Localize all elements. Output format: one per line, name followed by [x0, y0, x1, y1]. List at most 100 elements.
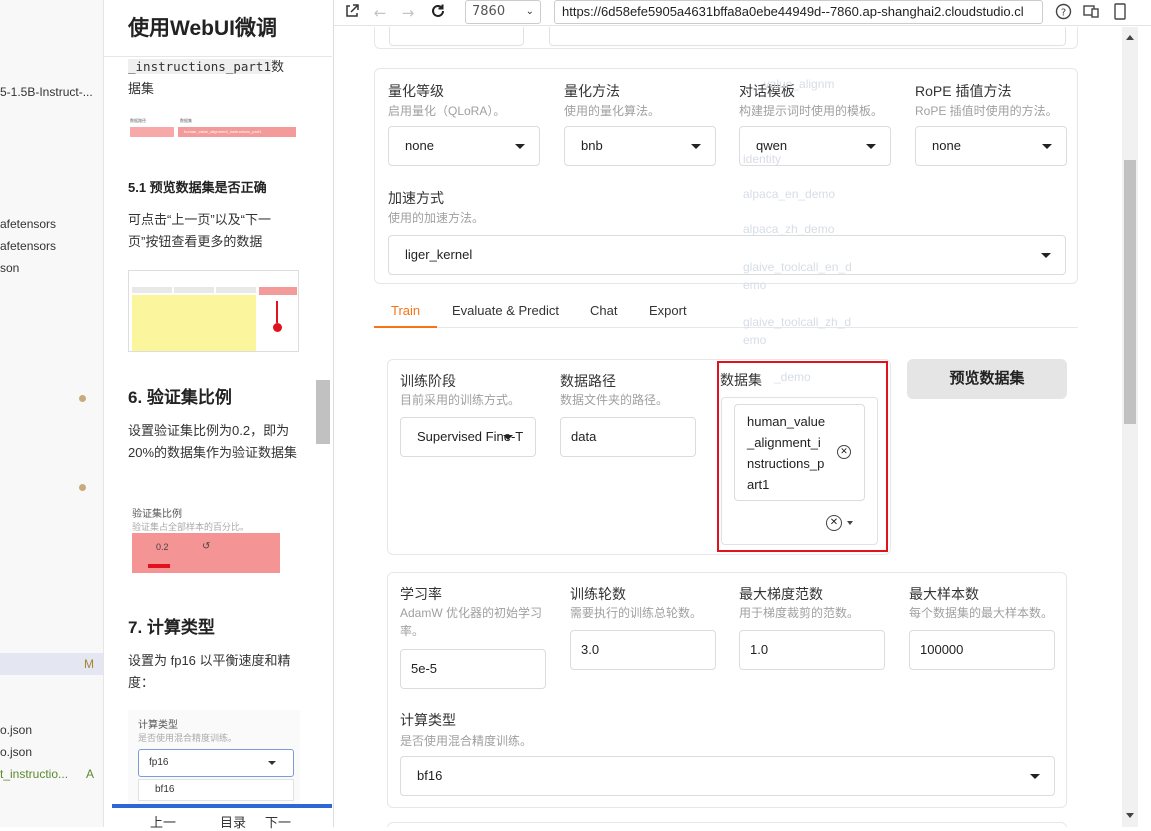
max-samples-label: 最大样本数 — [909, 586, 979, 602]
dataset-dir-label: 数据路径 — [560, 373, 616, 389]
browser-toolbar: ← → 7860 ⌄ https://6d58efe5905a4631bffa8… — [334, 0, 1151, 26]
tab-export[interactable]: Export — [649, 303, 687, 318]
ghost-option: alpaca_zh_demo — [743, 222, 835, 236]
git-status-badge: M — [84, 657, 94, 671]
max-grad-norm-input[interactable]: 1.0 — [739, 630, 885, 670]
val-size-thumbnail: 验证集比例 验证集占全部样本的百分比。 0.2 ↺ — [128, 500, 300, 580]
preview-thumbnail — [128, 270, 299, 352]
caret-down-icon — [1041, 253, 1051, 258]
webui-viewport: 量化等级 启用量化（QLoRA）。 none 量化方法 使用的量化算法。 bnb… — [334, 27, 1151, 827]
modified-dot-icon — [79, 484, 86, 491]
file-item[interactable]: afetensors — [0, 239, 56, 253]
devices-icon[interactable] — [1081, 3, 1101, 23]
scrollbar-thumb[interactable] — [1124, 160, 1136, 424]
max-grad-norm-label: 最大梯度范数 — [739, 586, 823, 602]
ghost-option: _value_alignm — [757, 77, 835, 91]
tutorial-panel: 使用WebUI微调 _instructions_part1数 据集 数据路径 数… — [104, 0, 332, 827]
quant-level-info: 启用量化（QLoRA）。 — [388, 104, 506, 118]
training-stage-dropdown[interactable]: Supervised Fine-T — [400, 417, 536, 457]
advanced-settings-card: 量化等级 启用量化（QLoRA）。 none 量化方法 使用的量化算法。 bnb… — [374, 68, 1078, 284]
file-item[interactable]: son — [0, 261, 19, 275]
reload-icon[interactable] — [428, 3, 448, 23]
doc-scrollbar-thumb[interactable] — [316, 380, 330, 444]
rope-scaling-info: RoPE 插值时使用的方法。 — [915, 104, 1058, 118]
quant-method-label: 量化方法 — [564, 83, 620, 99]
caret-down-icon — [866, 144, 876, 149]
port-select[interactable]: 7860 ⌄ — [465, 0, 541, 24]
quant-level-label: 量化等级 — [388, 83, 444, 99]
preview-dataset-button[interactable]: 预览数据集 — [907, 359, 1067, 399]
quant-level-dropdown[interactable]: none — [388, 126, 540, 166]
rope-scaling-label: RoPE 插值方法 — [915, 83, 1012, 99]
caret-down-icon — [1042, 144, 1052, 149]
active-tab-indicator — [374, 326, 437, 328]
epochs-input[interactable]: 3.0 — [570, 630, 716, 670]
tabs-divider — [374, 327, 1078, 328]
file-item[interactable]: afetensors — [0, 217, 56, 231]
browser-panel: ← → 7860 ⌄ https://6d58efe5905a4631bffa8… — [333, 0, 1151, 827]
doc-bottom-nav: 上一 目录 下一 — [104, 804, 332, 830]
doc-paragraph: 设置为 fp16 以平衡速度和精度： — [128, 653, 291, 690]
ghost-option: alpaca_en_demo — [743, 187, 836, 201]
epochs-info: 需要执行的训练总轮数。 — [570, 606, 703, 620]
file-item[interactable]: o.json — [0, 745, 32, 759]
file-explorer: 5-1.5B-Instruct-... afetensors afetensor… — [0, 0, 104, 827]
training-stage-label: 训练阶段 — [400, 373, 456, 389]
back-arrow-icon[interactable]: ← — [370, 3, 390, 23]
caret-down-icon — [691, 144, 701, 149]
prev-page-link[interactable]: 上一 — [150, 812, 176, 831]
next-card-partial — [387, 822, 1067, 827]
help-icon[interactable]: ? — [1053, 3, 1073, 23]
section-heading: 5.1 预览数据集是否正确 — [128, 180, 267, 195]
booster-dropdown[interactable]: liger_kernel — [388, 235, 1066, 275]
file-item[interactable]: o.json — [0, 723, 32, 737]
caret-down-icon — [503, 435, 513, 440]
url-input[interactable]: https://6d58efe5905a4631bffa8a0ebe44949d… — [554, 0, 1043, 24]
file-item-selected[interactable]: M — [0, 653, 103, 675]
dataset-dir-input[interactable]: data — [560, 417, 696, 457]
dataset-thumbnail: 数据路径 数据集 human_value_alignment_instructi… — [128, 115, 298, 145]
next-page-link[interactable]: 下一 — [265, 812, 291, 831]
page-scrollbar[interactable] — [1122, 27, 1138, 827]
doc-title: 使用WebUI微调 — [128, 17, 277, 40]
booster-label: 加速方式 — [388, 190, 444, 206]
learning-rate-label: 学习率 — [400, 586, 442, 602]
ghost-option: emo — [743, 278, 767, 292]
file-item[interactable]: t_instructio... A — [0, 767, 103, 781]
section-heading: 7. 计算类型 — [128, 618, 215, 637]
max-grad-norm-info: 用于梯度裁剪的范数。 — [739, 606, 860, 620]
scroll-up-icon[interactable] — [1126, 35, 1134, 40]
max-samples-input[interactable]: 100000 — [909, 630, 1055, 670]
training-stage-info: 目前采用的训练方式。 — [400, 393, 521, 407]
compute-type-thumbnail: 计算类型 是否使用混合精度训练。 fp16 bf16 — [128, 710, 300, 804]
hyperparams-card: 学习率 AdamW 优化器的初始学习率。 5e-5 训练轮数 需要执行的训练总轮… — [387, 572, 1067, 808]
highlight-box — [717, 361, 888, 552]
caret-down-icon — [1030, 774, 1040, 779]
toc-link[interactable]: 目录 — [220, 812, 246, 831]
ghost-option: emo — [743, 333, 767, 347]
tab-chat[interactable]: Chat — [590, 303, 617, 318]
doc-paragraph: _instructions_part1数 据集 — [128, 59, 285, 96]
git-status-badge: A — [85, 767, 94, 781]
booster-info: 使用的加速方法。 — [388, 211, 485, 225]
learning-rate-input[interactable]: 5e-5 — [400, 649, 546, 689]
section-heading: 6. 验证集比例 — [128, 388, 232, 407]
quant-method-info: 使用的量化算法。 — [564, 104, 661, 118]
tab-train[interactable]: Train — [391, 303, 420, 318]
modified-dot-icon — [79, 395, 86, 402]
max-samples-info: 每个数据集的最大样本数。 — [909, 606, 1054, 620]
forward-arrow-icon[interactable]: → — [398, 3, 418, 23]
tab-evaluate-predict[interactable]: Evaluate & Predict — [452, 303, 559, 318]
scroll-down-icon[interactable] — [1126, 813, 1134, 818]
mobile-icon[interactable] — [1110, 3, 1130, 23]
epochs-label: 训练轮数 — [570, 586, 626, 602]
chevron-down-icon: ⌄ — [525, 6, 534, 17]
rope-scaling-dropdown[interactable]: none — [915, 126, 1067, 166]
open-external-icon[interactable] — [342, 3, 362, 23]
ghost-option: glaive_toolcall_en_d — [743, 260, 852, 274]
compute-type-dropdown[interactable]: bf16 — [400, 756, 1055, 796]
quant-method-dropdown[interactable]: bnb — [564, 126, 716, 166]
file-item[interactable]: 5-1.5B-Instruct-... — [0, 85, 93, 99]
ghost-option: glaive_toolcall_zh_d — [743, 315, 852, 329]
settings-card-partial — [374, 27, 1078, 49]
